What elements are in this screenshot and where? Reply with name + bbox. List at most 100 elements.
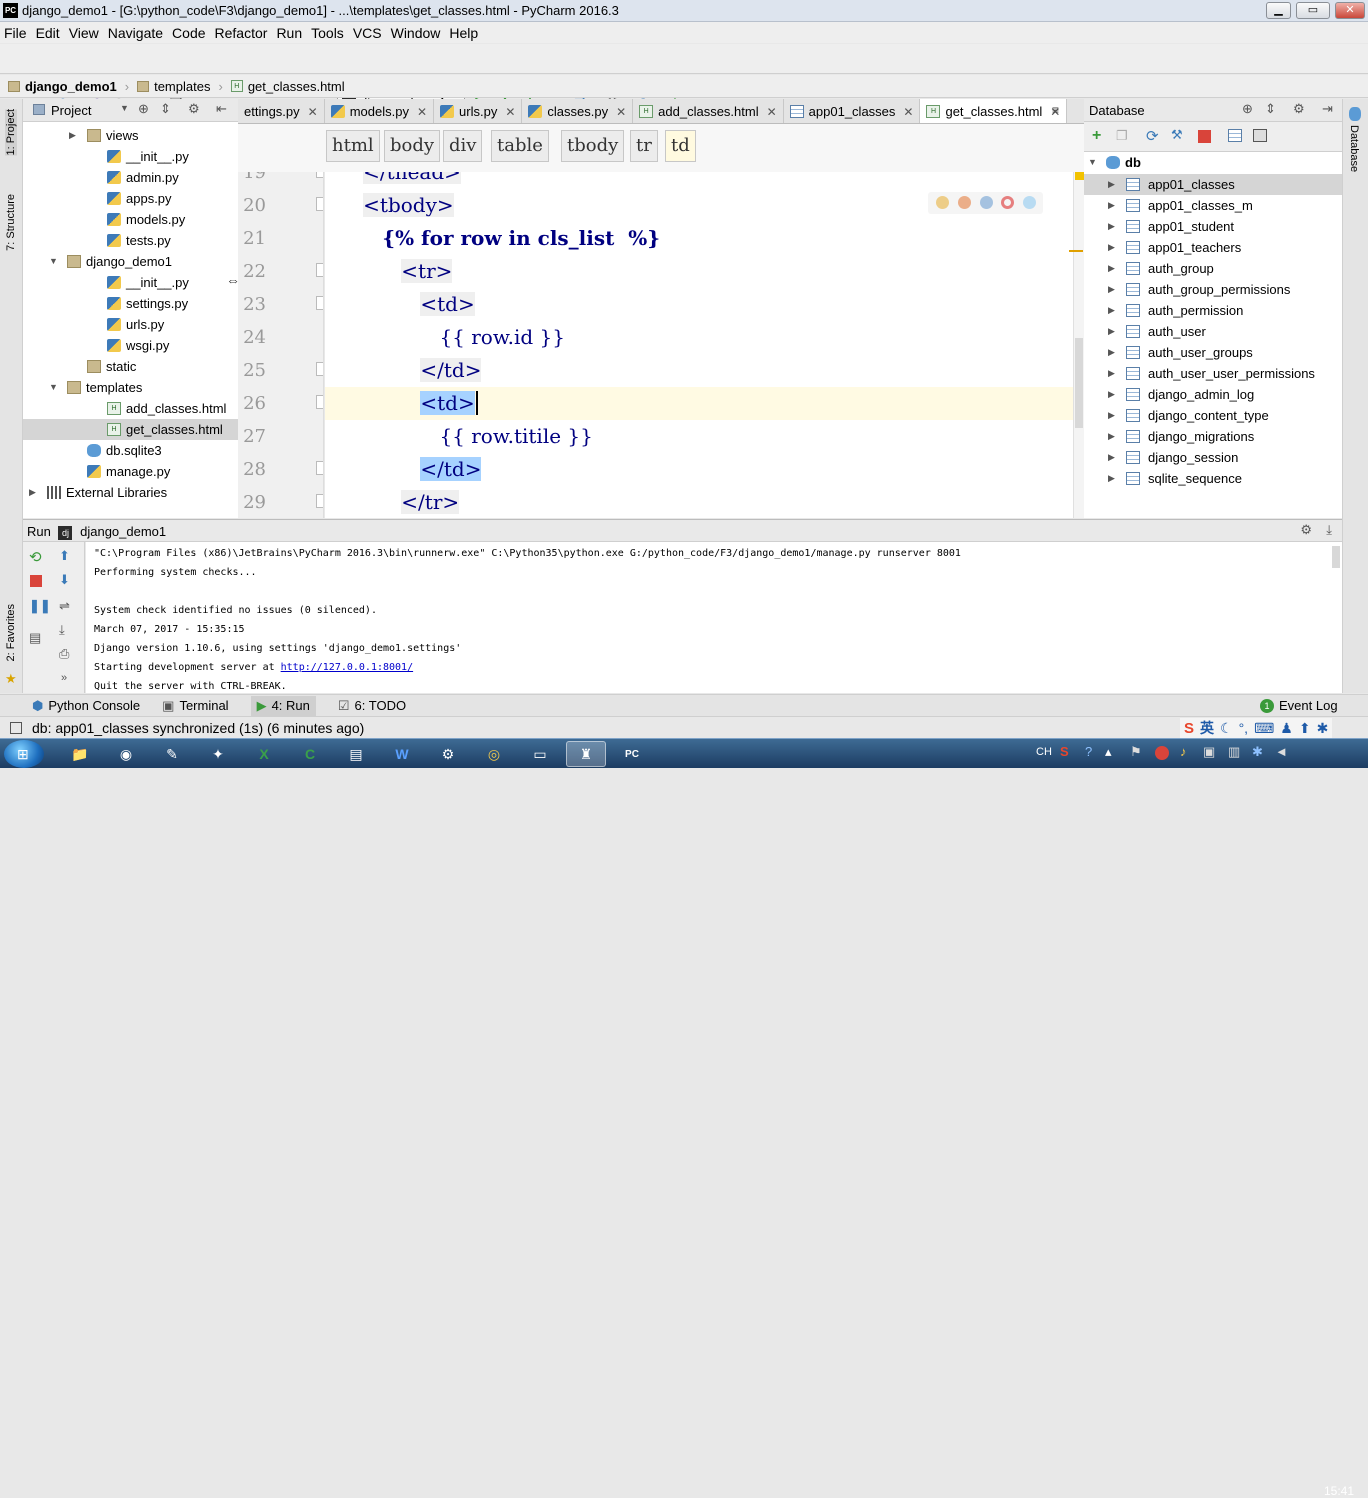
pycharm2-taskbar-icon[interactable]: PC (612, 741, 652, 767)
console-scrollbar-thumb[interactable] (1332, 546, 1340, 568)
database-table-item[interactable]: ▶ auth_user_groups (1084, 342, 1342, 363)
project-tree-item[interactable]: __init__.py (23, 146, 238, 167)
project-tree-item[interactable]: manage.py (23, 461, 238, 482)
database-table-item[interactable]: ▶ auth_group (1084, 258, 1342, 279)
code-line[interactable]: <td> (325, 288, 1073, 321)
project-tree-item[interactable]: __init__.py (23, 272, 238, 293)
close-tab-icon[interactable]: ✕ (308, 105, 318, 119)
menu-code[interactable]: Code (172, 25, 205, 41)
collapsed-arrow-icon[interactable]: ▶ (1108, 447, 1120, 468)
tag-path-item[interactable]: tbody (561, 130, 625, 162)
refresh-icon[interactable]: ⟳ (1146, 127, 1159, 145)
rerun-icon[interactable]: ⟲ (29, 548, 42, 566)
database-table-item[interactable]: ▶ django_migrations (1084, 426, 1342, 447)
tag-path-item[interactable]: table (491, 130, 549, 162)
editor-tab[interactable]: Hget_classes.html ✕ (920, 99, 1068, 123)
chevron-down-icon[interactable]: ▼ (120, 103, 129, 113)
project-tree-item[interactable]: wsgi.py (23, 335, 238, 356)
menu-help[interactable]: Help (449, 25, 478, 41)
menu-tools[interactable]: Tools (311, 25, 344, 41)
tag-path-item[interactable]: html (326, 130, 380, 162)
network-tray-icon[interactable]: ▣ (1203, 744, 1215, 760)
sogou-tray-icon[interactable]: S (1060, 744, 1069, 759)
bluetooth-tray-icon[interactable]: ✱ (1252, 744, 1263, 760)
database-table-item[interactable]: ▶ app01_classes_m (1084, 195, 1342, 216)
expanded-arrow-icon[interactable]: ▼ (1088, 152, 1100, 173)
editor-scrollbar[interactable] (1069, 172, 1084, 518)
collapsed-arrow-icon[interactable]: ▶ (1108, 426, 1120, 447)
menu-refactor[interactable]: Refactor (215, 25, 268, 41)
notepad-taskbar-icon[interactable]: ✎ (152, 741, 192, 767)
collapsed-arrow-icon[interactable]: ▶ (1108, 300, 1120, 321)
speaker-tray-icon[interactable]: ◄ (1275, 744, 1288, 759)
fold-marker-icon[interactable] (316, 263, 323, 277)
code-line[interactable]: {{ row.titile }} (325, 420, 1073, 453)
up-arrow-icon[interactable]: ⬆ (59, 548, 70, 564)
editor-tab[interactable]: models.py ✕ (325, 99, 435, 123)
stop-icon[interactable] (30, 575, 42, 587)
code-line[interactable]: </td> (325, 354, 1073, 387)
soft-wrap-icon[interactable]: ⇌ (59, 598, 70, 614)
hide-panel-icon[interactable]: ⇥ (1322, 101, 1333, 117)
gear-icon[interactable]: ⚙ (188, 101, 200, 117)
qq-taskbar-icon[interactable]: ◉ (106, 741, 146, 767)
tag-path-item[interactable]: tr (630, 130, 658, 162)
toggle-panels-icon[interactable] (10, 722, 22, 734)
collapsed-arrow-icon[interactable]: ▶ (1108, 405, 1120, 426)
menu-edit[interactable]: Edit (36, 25, 60, 41)
structure-tool-tab[interactable]: 7: Structure (5, 194, 17, 251)
event-log-tab[interactable]: 1 Event Log (1260, 698, 1338, 713)
collapsed-arrow-icon[interactable]: ▶ (1108, 363, 1120, 384)
database-table-item[interactable]: ▶ auth_permission (1084, 300, 1342, 321)
project-view-select[interactable]: Project (51, 103, 91, 118)
project-tree-item[interactable]: tests.py (23, 230, 238, 251)
record-tray-icon[interactable] (1155, 746, 1169, 760)
crumb-file[interactable]: H get_classes.html (230, 79, 345, 94)
browser-preview-bar[interactable] (928, 192, 1043, 214)
server-url-link[interactable]: http://127.0.0.1:8001/ (281, 662, 413, 673)
database-table-item[interactable]: ▶ app01_classes (1084, 174, 1342, 195)
crumb-templates[interactable]: templates › (137, 79, 223, 94)
code-line[interactable]: </tr> (325, 486, 1073, 518)
collapsed-arrow-icon[interactable]: ▶ (1108, 468, 1120, 489)
menu-window[interactable]: Window (391, 25, 441, 41)
project-tree-item[interactable]: ▼ django_demo1 (23, 251, 238, 272)
collapsed-arrow-icon[interactable]: ▶ (1108, 195, 1120, 216)
project-tree-item[interactable]: ▶ views (23, 125, 238, 146)
code-line[interactable]: {{ row.id }} (325, 321, 1073, 354)
editor-tab[interactable]: ettings.py ✕ (238, 99, 325, 123)
firefox-icon[interactable] (958, 196, 971, 209)
close-button[interactable]: ✕ (1335, 2, 1365, 19)
fold-marker-icon[interactable] (316, 461, 323, 475)
tool-taskbar-icon[interactable]: ⚙ (428, 741, 468, 767)
properties-icon[interactable]: ⚒ (1171, 127, 1183, 143)
paint-taskbar-icon[interactable]: ✦ (198, 741, 238, 767)
database-table-item[interactable]: ▶ django_content_type (1084, 405, 1342, 426)
scroll-icon[interactable]: ⊕ (1242, 101, 1253, 117)
collapsed-arrow-icon[interactable]: ▶ (1108, 279, 1120, 300)
safari-icon[interactable] (980, 196, 993, 209)
opera-icon[interactable] (1001, 196, 1014, 209)
volume-tray-icon[interactable]: ♪ (1180, 744, 1187, 759)
fold-marker-icon[interactable] (316, 197, 323, 211)
close-tab-icon[interactable]: ✕ (767, 105, 777, 119)
show-hidden-icons[interactable]: ▴ (1105, 744, 1112, 760)
table-editor-icon[interactable] (1228, 129, 1242, 142)
close-tab-icon[interactable]: ✕ (505, 105, 515, 119)
run-tab[interactable]: ▶ 4: Run (250, 695, 316, 716)
project-tree-item[interactable]: admin.py (23, 167, 238, 188)
close-tab-icon[interactable]: ✕ (616, 105, 626, 119)
project-tree-item[interactable]: static (23, 356, 238, 377)
fold-marker-icon[interactable] (316, 296, 323, 310)
project-tree-item[interactable]: ▼ templates (23, 377, 238, 398)
down-arrow-icon[interactable]: ⬇ (59, 572, 70, 588)
collapsed-arrow-icon[interactable]: ▶ (69, 125, 81, 146)
gear-icon[interactable]: ⚙ (1300, 522, 1312, 538)
database-table-item[interactable]: ▶ auth_user_user_permissions (1084, 363, 1342, 384)
database-table-item[interactable]: ▶ sqlite_sequence (1084, 468, 1342, 489)
database-root[interactable]: ▼ db (1084, 152, 1141, 173)
gear-icon[interactable]: ⚙ (1293, 101, 1305, 117)
collapse-all-icon[interactable]: ⇕ (1265, 101, 1276, 117)
project-tree-item[interactable]: ▶ External Libraries (23, 482, 238, 503)
start-button[interactable]: ⊞ (4, 740, 44, 768)
